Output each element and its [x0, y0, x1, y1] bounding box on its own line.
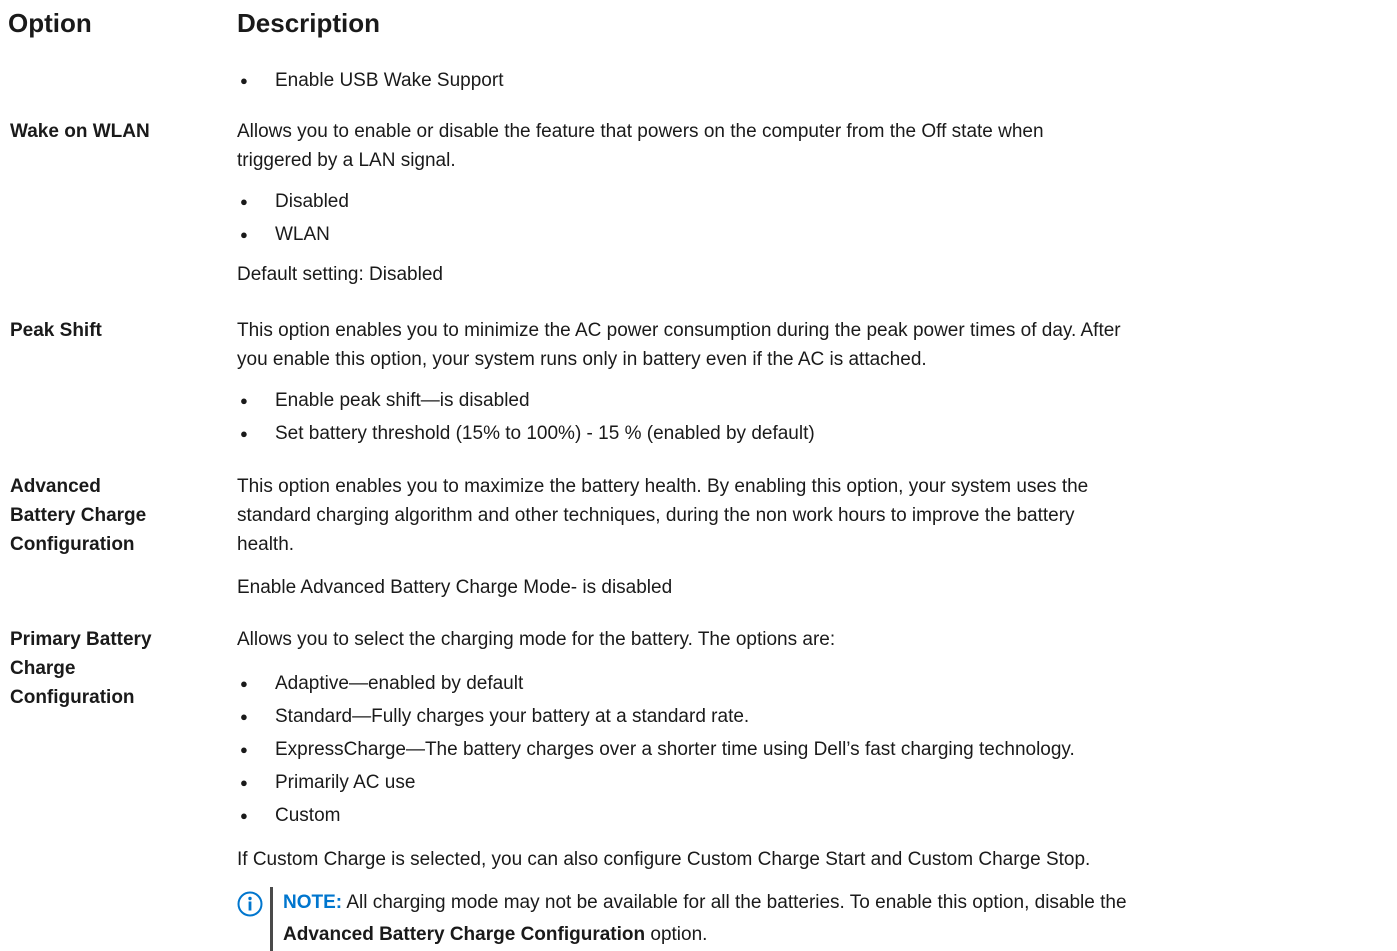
- primary-battery-desc: Allows you to select the charging mode f…: [237, 629, 836, 650]
- list-item: ● Enable USB Wake Support: [237, 64, 1387, 97]
- bullet-icon: ●: [240, 742, 248, 757]
- list-item: ● Set battery threshold (15% to 100%) - 1…: [237, 417, 1387, 450]
- bullet-icon: ●: [240, 808, 248, 823]
- bullet-icon: ●: [240, 426, 248, 441]
- peak-shift-desc-line-2: you enable this option, your system runs…: [237, 349, 927, 370]
- info-icon: [237, 891, 263, 917]
- note-divider: [270, 887, 273, 951]
- document-page: Option Description ● Enable USB Wake Supp…: [0, 0, 1397, 951]
- wake-wlan-desc-line-2: triggered by a LAN signal.: [237, 150, 456, 171]
- wake-usb-options: ● Enable USB Wake Support: [237, 64, 1387, 97]
- option-name-advanced-battery: Advanced Battery Charge Configuration: [10, 476, 147, 555]
- list-item: ● Standard—Fully charges your battery at …: [237, 700, 1387, 733]
- bullet-icon: ●: [240, 227, 248, 242]
- note-label: NOTE:: [283, 892, 343, 913]
- bullet-icon: ●: [240, 73, 248, 88]
- primary-battery-options: ● Adaptive—enabled by default ● Standard—F…: [237, 667, 1387, 832]
- option-name-primary-battery: Primary Battery Charge Configuration: [10, 629, 152, 708]
- list-item: ● Custom: [237, 799, 1387, 832]
- list-item: ● ExpressCharge—The battery charges over …: [237, 733, 1387, 766]
- list-item: ● Adaptive—enabled by default: [237, 667, 1387, 700]
- wake-wlan-options: ● Disabled ● WLAN: [237, 185, 1387, 251]
- wake-wlan-desc-line-1: Allows you to enable or disable the feat…: [237, 121, 1044, 142]
- bullet-icon: ●: [240, 709, 248, 724]
- option-column-header: Option: [8, 8, 92, 38]
- list-item: ● Primarily AC use: [237, 766, 1387, 799]
- list-item: ● Disabled: [237, 185, 1387, 218]
- option-name-wake-on-wlan: Wake on WLAN: [10, 121, 150, 142]
- custom-charge-note: If Custom Charge is selected, you can al…: [237, 849, 1091, 870]
- bullet-icon: ●: [240, 393, 248, 408]
- table-header: Option Description: [8, 8, 1388, 48]
- advanced-battery-status: Enable Advanced Battery Charge Mode- is …: [237, 577, 673, 598]
- option-name-peak-shift: Peak Shift: [10, 320, 102, 341]
- list-item: ● Enable peak shift—is disabled: [237, 384, 1387, 417]
- advanced-battery-desc-line-3: health.: [237, 534, 295, 555]
- peak-shift-desc-line-1: This option enables you to minimize the …: [237, 320, 1121, 341]
- description-column-header: Description: [237, 8, 381, 38]
- bullet-icon: ●: [240, 676, 248, 691]
- advanced-battery-desc-line-2: standard charging algorithm and other te…: [237, 505, 1075, 526]
- advanced-battery-desc-line-1: This option enables you to maximize the …: [237, 476, 1089, 497]
- bullet-icon: ●: [240, 194, 248, 209]
- list-item: ● WLAN: [237, 218, 1387, 251]
- peak-shift-options: ● Enable peak shift—is disabled ● Set batt…: [237, 384, 1387, 450]
- note-text: NOTE: All charging mode may not be avail…: [283, 892, 1127, 945]
- wake-wlan-default: Default setting: Disabled: [237, 264, 443, 285]
- bullet-icon: ●: [240, 775, 248, 790]
